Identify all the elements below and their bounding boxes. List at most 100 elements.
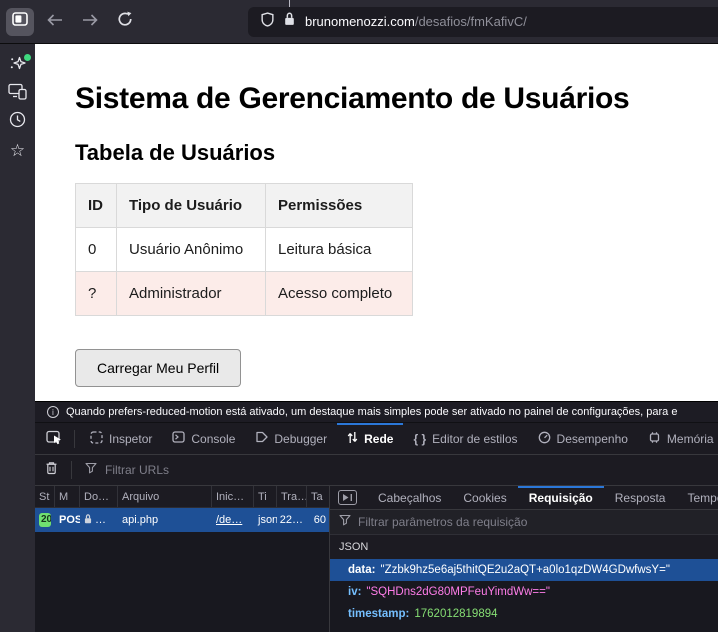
transferred-cell: 22…	[277, 514, 307, 526]
table-header-row: ID Tipo de Usuário Permissões	[76, 184, 413, 228]
cell-tipo: Administrador	[117, 272, 266, 316]
memory-chip-icon	[648, 431, 661, 447]
tab-desempenho[interactable]: Desempenho	[528, 423, 638, 454]
network-toolbar	[35, 455, 718, 486]
tab-cabecalhos[interactable]: Cabeçalhos	[367, 486, 452, 509]
section-title: Tabela de Usuários	[75, 140, 718, 166]
initiator-link[interactable]: /de…	[216, 514, 242, 526]
info-icon: i	[47, 406, 59, 418]
network-arrows-icon	[347, 431, 358, 447]
request-list: St M Do… Arquivo Inic… Ti Tra… Ta 200 PO…	[35, 486, 330, 632]
divider	[74, 430, 75, 448]
tab-label: Inspetor	[109, 432, 152, 446]
cell-id: ?	[76, 272, 117, 316]
reload-icon	[117, 11, 133, 32]
col-domain[interactable]: Do…	[80, 486, 118, 507]
initiator-cell: /de…	[212, 514, 254, 526]
tab-editor-de-estilos[interactable]: { } Editor de estilos	[403, 423, 527, 454]
domain-cell: …	[80, 514, 118, 527]
clear-requests-button[interactable]	[45, 461, 58, 480]
filter-urls-input[interactable]	[105, 463, 325, 477]
tab-cookies[interactable]: Cookies	[452, 486, 517, 509]
json-section-header[interactable]: JSON	[330, 535, 718, 559]
request-detail-panel: Cabeçalhos Cookies Requisição Resposta T…	[330, 486, 718, 632]
col-file[interactable]: Arquivo	[118, 486, 212, 507]
forward-button[interactable]	[76, 8, 104, 36]
param-row-data[interactable]: data: "Zzbk9hz5e6aj5thitQE2u2aQT+a0lo1qz…	[330, 559, 718, 581]
cell-id: 0	[76, 228, 117, 272]
table-row: 0 Usuário Anônimo Leitura básica	[76, 228, 413, 272]
browser-window: brunomenozzi.com/desafios/fmKafivC/	[0, 0, 718, 632]
page-title: Sistema de Gerenciamento de Usuários	[75, 82, 718, 116]
col-method[interactable]: M	[55, 486, 80, 507]
braces-icon: { }	[413, 432, 426, 446]
notice-text: Quando prefers-reduced-motion está ativa…	[66, 406, 677, 418]
param-row-timestamp[interactable]: timestamp: 1762012819894	[330, 603, 718, 625]
table-row: ? Administrador Acesso completo	[76, 272, 413, 316]
param-value: "SQHDns2dG80MPFeuYimdWw=="	[366, 586, 550, 598]
divider	[71, 461, 72, 479]
cell-permissoes: Acesso completo	[266, 272, 413, 316]
console-icon	[172, 431, 185, 446]
tab-resposta[interactable]: Resposta	[604, 486, 677, 509]
tab-debugger[interactable]: Debugger	[245, 423, 337, 454]
webpage-content: Sistema de Gerenciamento de Usuários Tab…	[35, 44, 718, 401]
tab-requisicao[interactable]: Requisição	[518, 486, 604, 509]
method-cell: POST	[55, 514, 80, 526]
sidebar-item-history[interactable]	[8, 112, 28, 132]
param-key: data:	[348, 564, 375, 576]
col-initiator[interactable]: Inic…	[212, 486, 254, 507]
devices-icon	[8, 83, 27, 105]
param-value: 1762012819894	[414, 608, 497, 620]
url-path: /desafios/fmKafivC/	[415, 14, 527, 29]
performance-gauge-icon	[538, 431, 551, 447]
tab-label: Rede	[364, 432, 393, 446]
lock-icon	[84, 514, 92, 527]
pick-element-button[interactable]	[39, 423, 69, 454]
devtools-notice-bar: i Quando prefers-reduced-motion está ati…	[35, 401, 718, 423]
filter-params-input[interactable]	[358, 515, 578, 529]
col-type[interactable]: Ti	[254, 486, 277, 507]
param-row-iv[interactable]: iv: "SQHDns2dG80MPFeuYimdWw=="	[330, 581, 718, 603]
col-size[interactable]: Ta	[307, 486, 330, 507]
back-button[interactable]	[41, 8, 69, 36]
inspector-icon	[90, 431, 103, 447]
tab-tempos[interactable]: Tempos	[676, 486, 718, 509]
sidebar-toggle-button[interactable]	[6, 8, 34, 36]
debugger-icon	[255, 431, 268, 446]
col-transferred[interactable]: Tra…	[277, 486, 307, 507]
load-profile-button[interactable]: Carregar Meu Perfil	[75, 349, 241, 387]
col-header-id: ID	[76, 184, 117, 228]
sidebar-item-synced-tabs[interactable]	[8, 84, 28, 104]
cell-tipo: Usuário Anônimo	[117, 228, 266, 272]
resend-request-button[interactable]	[338, 490, 357, 505]
tab-label: Memória	[667, 432, 714, 446]
forward-arrow-icon	[82, 13, 98, 31]
col-status[interactable]: St	[35, 486, 55, 507]
shield-icon[interactable]	[261, 12, 274, 32]
lock-icon[interactable]	[284, 12, 295, 31]
tab-console[interactable]: Console	[162, 423, 245, 454]
detail-tabbar: Cabeçalhos Cookies Requisição Resposta T…	[330, 486, 718, 510]
tab-rede[interactable]: Rede	[337, 423, 403, 454]
tab-memoria[interactable]: Memória	[638, 423, 718, 454]
address-bar[interactable]: brunomenozzi.com/desafios/fmKafivC/	[248, 7, 718, 37]
tab-label: Console	[191, 432, 235, 446]
request-row-selected[interactable]: 200 POST … api.php /de… json 22… 60	[35, 508, 329, 532]
param-key: iv:	[348, 586, 361, 598]
url-host: brunomenozzi.com	[305, 14, 415, 29]
sidebar-icon	[12, 12, 28, 31]
tab-inspetor[interactable]: Inspetor	[80, 423, 162, 454]
status-cell: 200	[35, 513, 55, 527]
tab-label: Desempenho	[557, 432, 628, 446]
back-arrow-icon	[47, 13, 63, 31]
reload-button[interactable]	[111, 8, 139, 36]
domain-text: …	[95, 514, 106, 526]
pick-element-icon	[46, 430, 63, 448]
col-header-permissoes: Permissões	[266, 184, 413, 228]
sidebar-item-ai-chatbot[interactable]	[8, 56, 28, 76]
tab-label: Editor de estilos	[432, 432, 517, 446]
sidebar-item-bookmarks[interactable]: ☆	[8, 140, 28, 160]
file-cell: api.php	[118, 514, 212, 526]
devtools-tabbar: Inspetor Console Debugger Rede { } Edito…	[35, 423, 718, 455]
